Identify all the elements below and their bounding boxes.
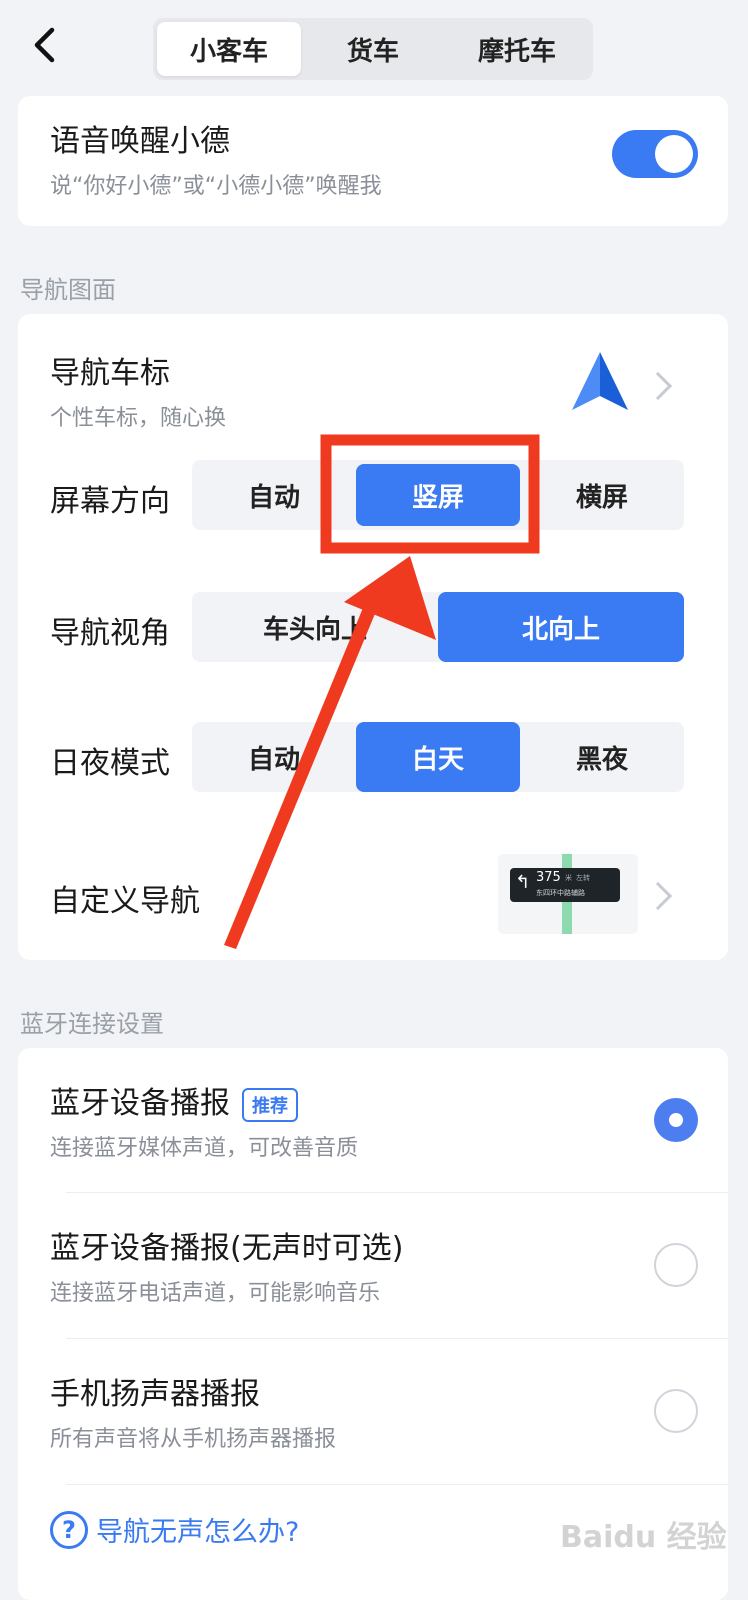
annotation-arrow [224, 556, 436, 949]
annotation-overlay [224, 434, 540, 949]
highlight-box [320, 434, 540, 554]
